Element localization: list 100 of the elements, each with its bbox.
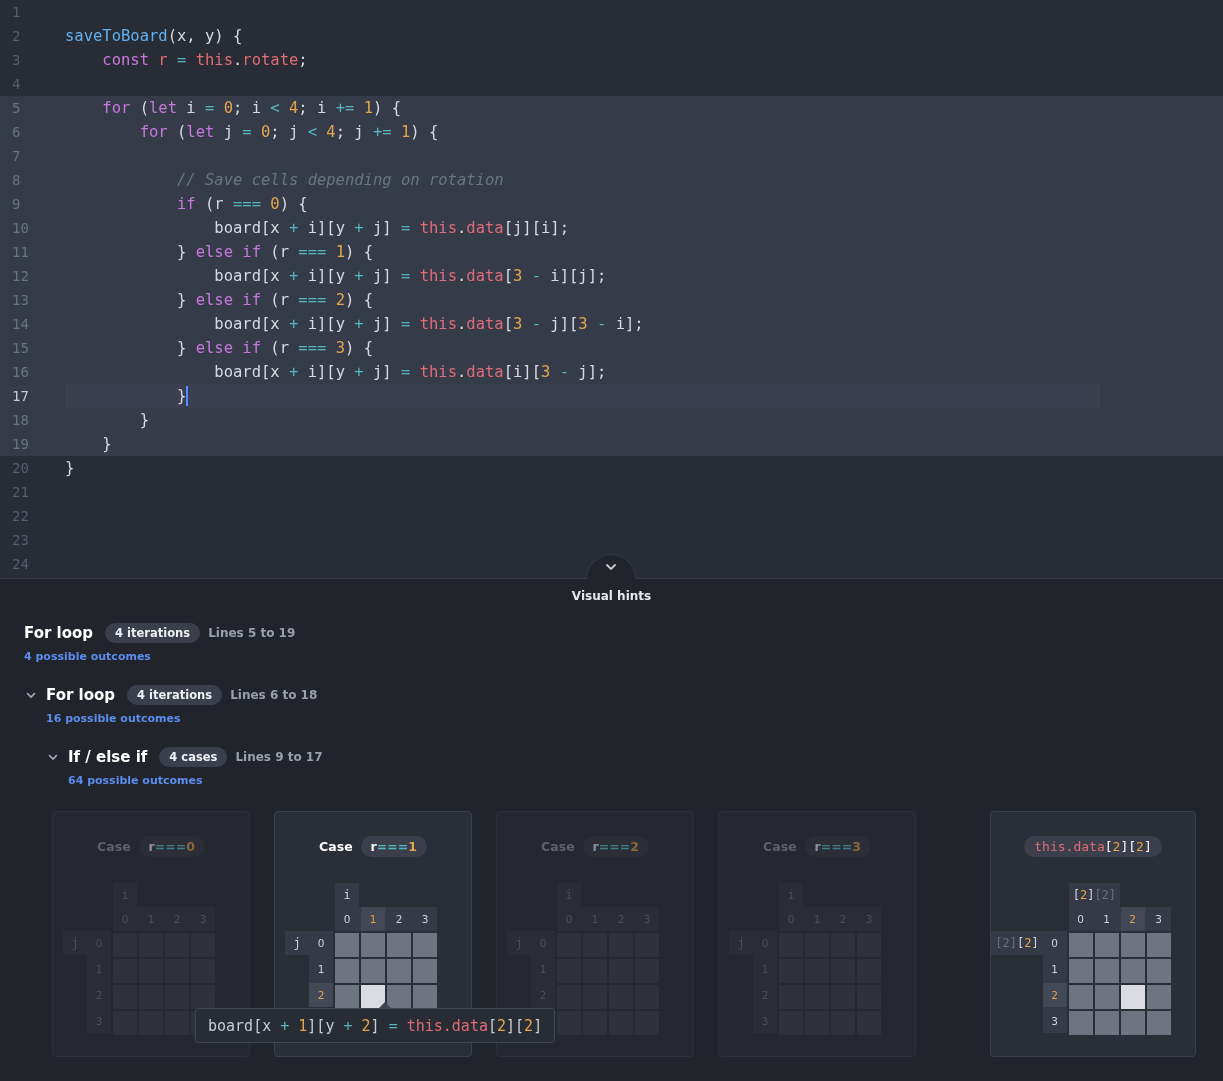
grid-cell: [361, 959, 385, 983]
grid-cell: [191, 985, 215, 1009]
chevron-down-icon[interactable]: [48, 753, 58, 761]
row-index: 1: [1050, 962, 1060, 977]
grid-cell: [1120, 1011, 1145, 1035]
line-number: 17: [11, 388, 30, 404]
row-index: 3: [1050, 1014, 1060, 1029]
grid-cell: [413, 933, 437, 957]
grid-cell: [361, 985, 385, 1009]
row-index: 0: [316, 936, 326, 951]
column-index: 3: [420, 912, 430, 927]
code-line: board[x + i][y + j] = this.data[j][i];: [213, 219, 569, 237]
case-label: Case: [319, 838, 353, 854]
line-range: Lines 6 to 18: [230, 688, 318, 702]
tooltip: board[x + 1][y + 2] = this.data[2][2]: [195, 1008, 556, 1043]
grid-cell: [1146, 985, 1171, 1009]
axis-label: j: [285, 931, 309, 955]
row-index: 1: [316, 962, 326, 977]
grid-cell: [1068, 1011, 1093, 1035]
grid-cell: [387, 933, 411, 957]
hint-title: If / else if: [68, 748, 148, 766]
code-line: for (let j = 0; j < 4; j += 1) {: [138, 123, 439, 141]
grid-cell: [1120, 933, 1145, 957]
code-line: const r = this.rotate;: [101, 51, 308, 69]
column-index: 3: [1154, 912, 1164, 927]
outcomes-link[interactable]: 64 possible outcomes: [68, 774, 203, 787]
case-label: Case: [97, 838, 131, 854]
code-line: } else if (r === 2) {: [175, 291, 373, 309]
column-index: 1: [1102, 912, 1112, 927]
code-line: }: [65, 459, 75, 477]
line-number: 19: [11, 436, 30, 452]
panel-title: Visual hints: [570, 588, 653, 605]
case-label: Case: [763, 838, 797, 854]
condition-badge: this.data[2][2]: [1024, 835, 1162, 857]
grid-cell: [335, 959, 359, 983]
row-index: 0: [1050, 936, 1060, 951]
outcomes-link[interactable]: 16 possible outcomes: [46, 712, 181, 725]
column-index: 2: [394, 912, 404, 927]
column-index: 2: [1120, 907, 1145, 931]
line-number: 6: [11, 124, 22, 140]
line-range: Lines 9 to 17: [235, 750, 323, 764]
condition-badge: r===3: [804, 835, 871, 857]
grid-cell: [335, 985, 359, 1009]
hint-title: For loop: [24, 624, 94, 642]
text-cursor: [186, 386, 189, 406]
row-index: 2: [309, 983, 333, 1007]
grid-cell: [1146, 933, 1171, 957]
code-line: saveToBoard(x, y) {: [65, 27, 243, 45]
grid-cell: [413, 985, 437, 1009]
column-index: 0: [342, 912, 352, 927]
line-range: Lines 5 to 19: [208, 626, 296, 640]
case-label: Case: [541, 838, 575, 854]
grid-cell: [1068, 959, 1093, 983]
hint-title: For loop: [46, 686, 116, 704]
code-line: board[x + i][y + j] = this.data[3 - i][j];: [213, 267, 607, 285]
line-number: 12: [11, 268, 30, 284]
chevron-down-icon[interactable]: [26, 691, 36, 699]
code-line: board[x + i][y + j] = this.data[3 - j][3 - i];: [213, 315, 644, 333]
condition-badge: r===2: [582, 835, 649, 857]
line-number: 10: [11, 220, 30, 236]
axis-label: i: [335, 883, 359, 907]
line-number: 9: [11, 196, 22, 212]
grid-cell: [1094, 933, 1119, 957]
grid-cell: [387, 985, 411, 1009]
code-line: } else if (r === 1) {: [175, 243, 373, 261]
column-index: 0: [1076, 912, 1086, 927]
line-number: 7: [11, 148, 22, 164]
code-line: board[x + i][y + j] = this.data[i][3 - j];: [213, 363, 607, 381]
code-line: } else if (r === 3) {: [175, 339, 373, 357]
grid-cell: [1094, 985, 1119, 1009]
condition-badge: r===1: [360, 835, 427, 857]
line-number: 18: [11, 412, 30, 428]
code-line: for (let i = 0; i < 4; i += 1) {: [101, 99, 402, 117]
grid-cell: [387, 959, 411, 983]
grid-cell: [1068, 985, 1093, 1009]
row-index: 2: [1042, 983, 1067, 1007]
grid-cell: [413, 959, 437, 983]
line-number: 5: [11, 100, 22, 116]
grid-cell: [1146, 1011, 1171, 1035]
grid-cell: [1094, 1011, 1119, 1035]
grid-cell: [1120, 959, 1145, 983]
grid-cell: [1094, 959, 1119, 983]
tooltip-pointer: [379, 1002, 391, 1008]
line-number: 14: [11, 316, 30, 332]
line-number: 8: [11, 172, 22, 188]
line-number: 15: [11, 340, 30, 356]
count-badge: 4 cases: [159, 747, 228, 767]
column-index: 1: [361, 907, 385, 931]
line-number: 11: [11, 244, 30, 260]
code-line: if (r === 0) {: [175, 195, 308, 213]
code-line: }: [138, 411, 149, 429]
chevron-down-icon: [605, 563, 617, 571]
line-number: 16: [11, 364, 30, 380]
outcomes-link[interactable]: 4 possible outcomes: [24, 650, 151, 663]
count-badge: 4 iterations: [105, 623, 201, 643]
code-line: }: [175, 387, 187, 405]
count-badge: 4 iterations: [127, 685, 223, 705]
line-number: 13: [11, 292, 30, 308]
grid-cell: [1146, 959, 1171, 983]
code-line: }: [101, 435, 112, 453]
